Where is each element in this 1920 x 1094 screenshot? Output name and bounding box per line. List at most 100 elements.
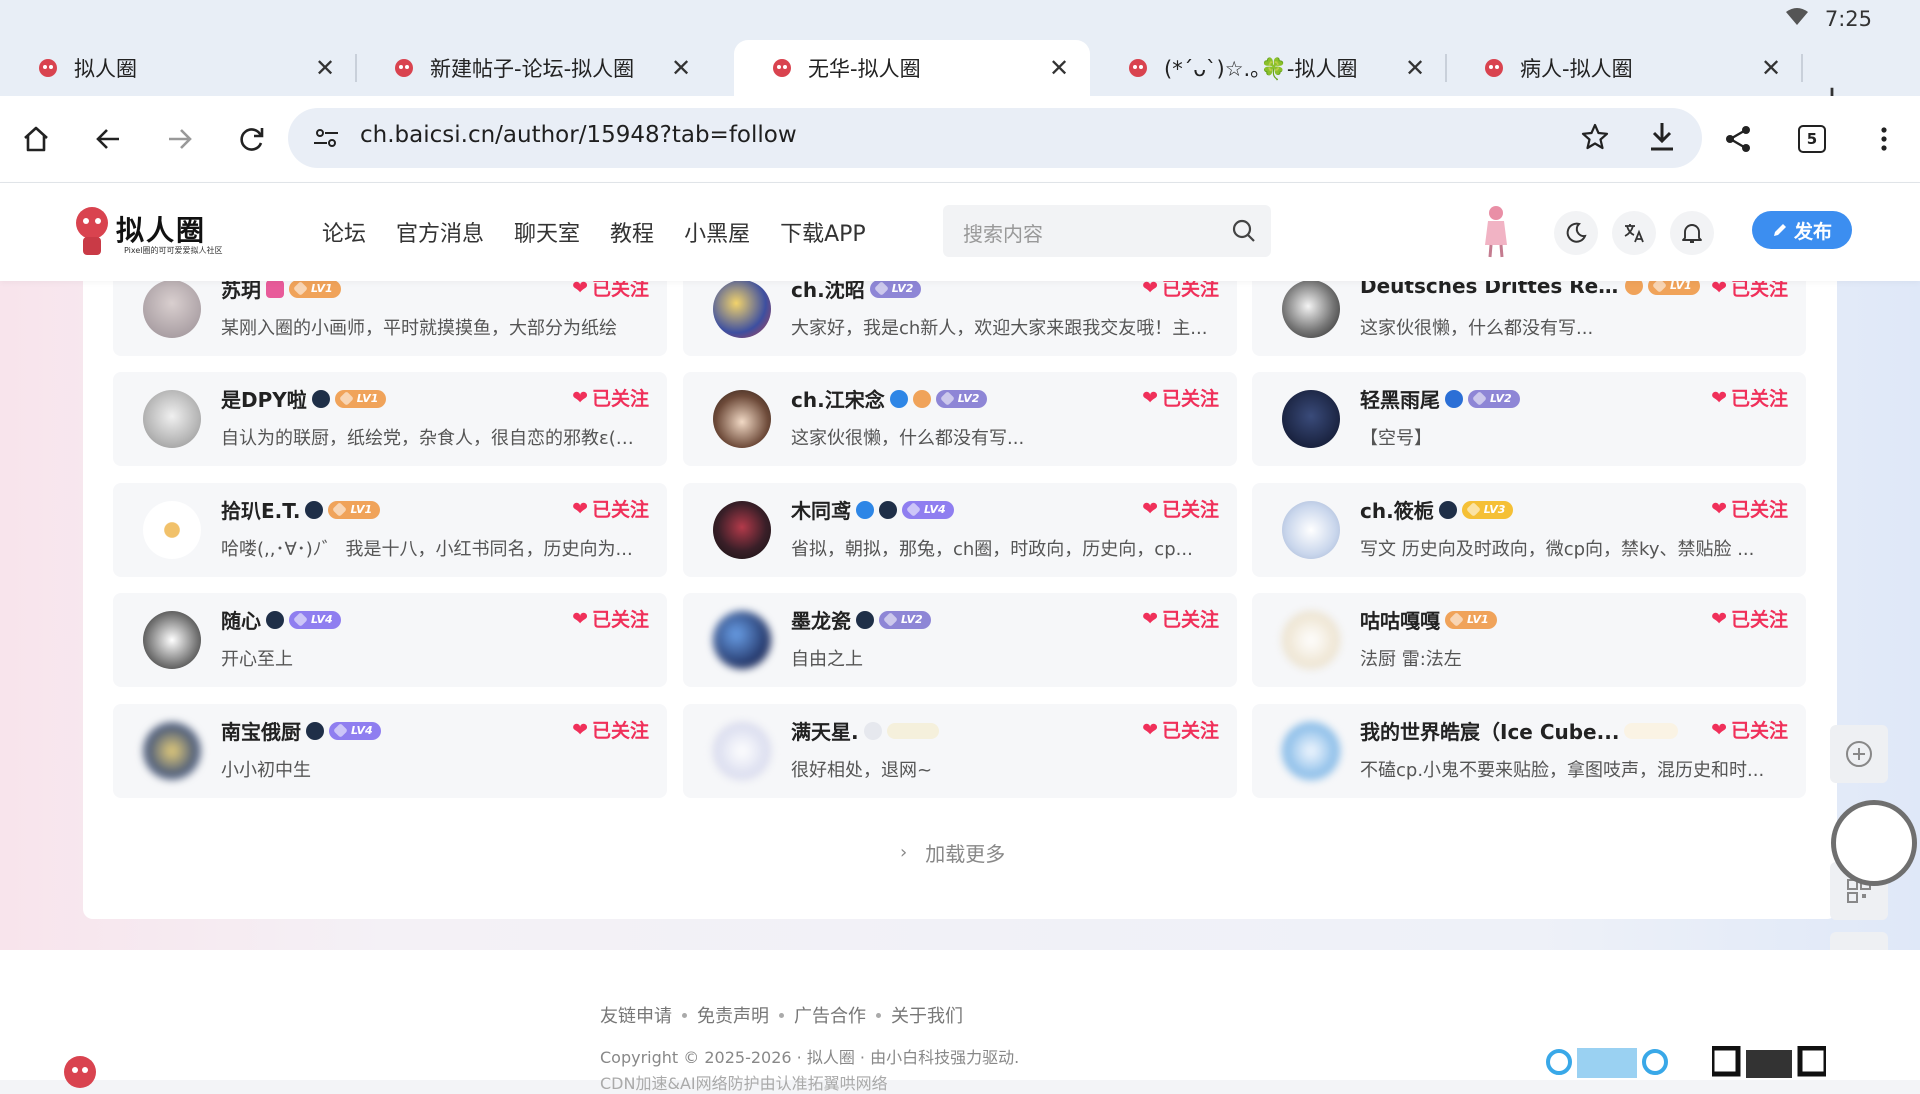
browser-tab[interactable]: 新建帖子-论坛-拟人圈 ✕ (356, 40, 712, 96)
user-name[interactable]: 拾玐E.T. (221, 495, 300, 524)
user-card[interactable]: 墨龙瓷 LV2 自由之上 ❤ 已关注 (683, 593, 1237, 687)
browser-tab[interactable]: 病人-拟人圈 ✕ (1446, 40, 1803, 96)
zoom-in-button[interactable] (1830, 725, 1888, 783)
user-card[interactable]: 南宝俄厨 LV4 小小初中生 ❤ 已关注 (113, 704, 667, 798)
user-name[interactable]: 墨龙瓷 (791, 605, 851, 634)
user-card[interactable]: 我的世界皓宸（Ice Cube... 不磕cp.小鬼不要来贴脸，拿图吱声，混历史… (1252, 704, 1806, 798)
user-name[interactable]: 南宝俄厨 (221, 716, 301, 745)
user-name[interactable]: 随心 (221, 605, 261, 634)
nav-chatroom[interactable]: 聊天室 (514, 216, 580, 248)
verified-user-icon (305, 500, 324, 519)
user-name[interactable]: 轻黑雨尾 (1360, 384, 1440, 413)
floating-assistant-button[interactable] (1831, 800, 1917, 886)
forward-button[interactable] (158, 117, 202, 161)
user-name[interactable]: 满天星. (791, 716, 859, 745)
tab-close-icon[interactable]: ✕ (668, 54, 694, 82)
share-button[interactable] (1716, 117, 1760, 161)
follow-status-button[interactable]: ❤ 已关注 (572, 495, 649, 522)
browser-tab[interactable]: (*´ᴗ`)☆.｡🍀-拟人圈 ✕ (1090, 40, 1447, 96)
tab-close-icon[interactable]: ✕ (1402, 54, 1428, 82)
user-card[interactable]: 木同鸢 LV4 省拟，朝拟，那兔，ch圈，时政向，历史向，cp... ❤ 已关注 (683, 483, 1237, 577)
user-avatar[interactable] (1282, 501, 1340, 559)
mascot-figure-icon[interactable] (1480, 203, 1512, 259)
reload-button[interactable] (230, 117, 274, 161)
browser-tab[interactable]: 拟人圈 ✕ (0, 40, 357, 96)
user-name[interactable]: ch.筱栀 (1360, 495, 1434, 524)
user-avatar[interactable] (143, 280, 201, 338)
user-card[interactable]: 拾玐E.T. LV1 哈喽(,,･∀･)ﾉ゛ 我是十八，小红书同名，历史向为..… (113, 483, 667, 577)
tab-switcher-button[interactable]: 5 (1790, 117, 1834, 161)
nav-tutorial[interactable]: 教程 (610, 216, 654, 248)
user-name[interactable]: 我的世界皓宸（Ice Cube... (1360, 716, 1619, 745)
menu-button[interactable] (1862, 117, 1906, 161)
follow-status-button[interactable]: ❤ 已关注 (1711, 384, 1788, 411)
user-avatar[interactable] (1282, 280, 1340, 338)
user-avatar[interactable] (143, 501, 201, 559)
follow-status-button[interactable]: ❤ 已关注 (1711, 716, 1788, 743)
user-card[interactable]: ch.江宋念 LV2 这家伙很懒，什么都没有写... ❤ 已关注 (683, 372, 1237, 466)
site-settings-icon[interactable] (312, 124, 340, 152)
search-box[interactable]: 搜索内容 (943, 205, 1271, 257)
user-avatar[interactable] (713, 501, 771, 559)
user-card[interactable]: 是DPY啦 LV1 自认为的联厨，纸绘党，杂食人，很自恋的邪教ε(´... ❤ 已… (113, 372, 667, 466)
mini-program-qrcode-icon[interactable] (1545, 1042, 1671, 1082)
load-more-button[interactable]: › 加载更多 (900, 838, 1005, 867)
user-avatar[interactable] (713, 722, 771, 780)
publish-button[interactable]: 发布 (1752, 211, 1852, 249)
user-avatar[interactable] (1282, 611, 1340, 669)
qrcode-image-icon[interactable] (1712, 1046, 1826, 1082)
user-avatar[interactable] (143, 390, 201, 448)
tab-close-icon[interactable]: ✕ (1758, 54, 1784, 82)
user-avatar[interactable] (1282, 722, 1340, 780)
follow-status-button[interactable]: ❤ 已关注 (572, 384, 649, 411)
user-name[interactable]: ch.江宋念 (791, 384, 885, 413)
user-avatar[interactable] (713, 280, 771, 338)
translate-button[interactable] (1612, 211, 1656, 255)
follow-status-button[interactable]: ❤ 已关注 (572, 716, 649, 743)
user-name[interactable]: 木同鸢 (791, 495, 851, 524)
user-card[interactable]: 咕咕嘎嘎 LV1 法厨 雷:法左 ❤ 已关注 (1252, 593, 1806, 687)
nav-download-app[interactable]: 下载APP (780, 216, 866, 248)
user-name[interactable]: 咕咕嘎嘎 (1360, 605, 1440, 634)
user-avatar[interactable] (713, 611, 771, 669)
follow-status-button[interactable]: ❤ 已关注 (1142, 495, 1219, 522)
site-logo[interactable]: 拟人圈 Pixel圈的可可爱爱拟人社区 (70, 205, 223, 261)
bookmark-star-icon[interactable] (1580, 122, 1610, 152)
footer-link-about[interactable]: 关于我们 (891, 1002, 963, 1028)
notification-button[interactable] (1670, 211, 1714, 255)
nav-forum[interactable]: 论坛 (322, 216, 366, 248)
url-text[interactable]: ch.baicsi.cn/author/15948?tab=follow (360, 122, 797, 148)
follow-status-button[interactable]: ❤ 已关注 (1142, 605, 1219, 632)
tab-close-icon[interactable]: ✕ (1046, 54, 1072, 82)
follow-status-button[interactable]: ❤ 已关注 (1142, 716, 1219, 743)
follow-status-button[interactable]: ❤ 已关注 (1711, 605, 1788, 632)
user-avatar[interactable] (1282, 390, 1340, 448)
nav-blackroom[interactable]: 小黑屋 (684, 216, 750, 248)
footer-link-disclaimer[interactable]: 免责声明 (697, 1002, 769, 1028)
status-bar: 7:25 (0, 0, 1920, 36)
follow-status-button[interactable]: ❤ 已关注 (1142, 384, 1219, 411)
user-name-row: 拾玐E.T. LV1 (221, 495, 381, 524)
browser-tab-active[interactable]: 无华-拟人圈 ✕ (734, 40, 1090, 96)
home-button[interactable] (14, 117, 58, 161)
user-avatar[interactable] (143, 611, 201, 669)
follow-status-button[interactable]: ❤ 已关注 (1711, 495, 1788, 522)
dark-mode-button[interactable] (1554, 211, 1598, 255)
user-avatar[interactable] (713, 390, 771, 448)
user-card[interactable]: ch.筱栀 LV3 写文 历史向及时政向，微cp向，禁ky、禁贴脸 ... ❤ 已… (1252, 483, 1806, 577)
follow-status-button[interactable]: ❤ 已关注 (572, 605, 649, 632)
user-avatar[interactable] (143, 722, 201, 780)
user-card[interactable]: 轻黑雨尾 LV2 【空号】 ❤ 已关注 (1252, 372, 1806, 466)
back-button[interactable] (86, 117, 130, 161)
nav-official-news[interactable]: 官方消息 (396, 216, 484, 248)
footer-link-ads[interactable]: 广告合作 (794, 1002, 866, 1028)
download-icon[interactable] (1646, 120, 1678, 154)
user-card[interactable]: 随心 LV4 开心至上 ❤ 已关注 (113, 593, 667, 687)
user-name[interactable]: 是DPY啦 (221, 384, 307, 413)
tab-close-icon[interactable]: ✕ (312, 54, 338, 82)
user-card[interactable]: 满天星. 很好相处，退网~ ❤ 已关注 (683, 704, 1237, 798)
footer-link-friendlink[interactable]: 友链申请 (600, 1002, 672, 1028)
address-bar[interactable]: ch.baicsi.cn/author/15948?tab=follow (288, 108, 1702, 168)
follow-label: 已关注 (591, 609, 649, 631)
search-icon[interactable] (1231, 218, 1257, 244)
